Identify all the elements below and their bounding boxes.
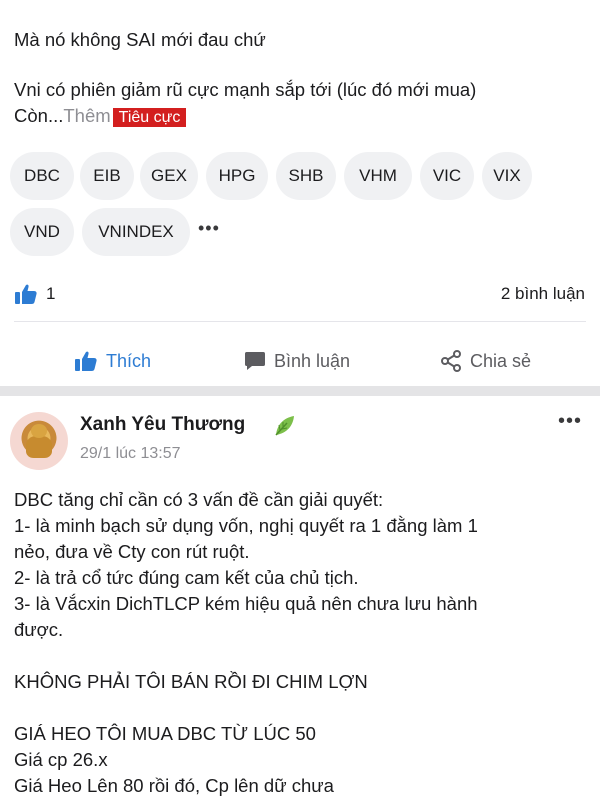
comment-count[interactable]: 2 bình luận — [501, 284, 585, 304]
post-text-line: 3- là Vắcxin DichTLCP kém hiệu quả nên c… — [14, 593, 478, 614]
post-text-line: 2- là trả cổ tức đúng cam kết của chủ tị… — [14, 567, 359, 588]
share-button-label: Chia sẻ — [470, 350, 532, 371]
post-text-line: Vni có phiên giảm rũ cực mạnh sắp tới (l… — [14, 79, 477, 100]
avatar-figure-head — [31, 424, 47, 438]
comment-icon — [245, 352, 265, 370]
sentiment-badge: Tiêu cực — [112, 108, 187, 127]
post-text-line: 1- là minh bạch sử dụng vốn, nghị quyết … — [14, 515, 478, 536]
post-text-line: KHÔNG PHẢI TÔI BÁN RỒI ĐI CHIM LỢN — [14, 671, 368, 692]
stock-tag-vic[interactable]: VIC — [420, 152, 474, 200]
post-stats: 1 2 bình luận — [0, 280, 600, 310]
divider — [14, 321, 586, 322]
post-text-prefix: Còn... — [14, 105, 64, 126]
stock-tag-gex[interactable]: GEX — [140, 152, 198, 200]
like-button-label: Thích — [106, 350, 152, 371]
stock-tag-vhm[interactable]: VHM — [344, 152, 412, 200]
post-text-line: GIÁ HEO TÔI MUA DBC TỪ LÚC 50 — [14, 723, 316, 744]
more-options-button[interactable]: ••• — [558, 410, 582, 433]
post-text-line: nẻo, đưa về Cty con rút ruột. — [14, 541, 250, 562]
like-count: 1 — [46, 284, 56, 303]
author-name[interactable]: Xanh Yêu Thương — [80, 414, 245, 436]
like-count-icon — [14, 283, 38, 310]
stock-tag-vnd[interactable]: VND — [10, 208, 74, 256]
share-icon — [441, 350, 461, 372]
post-timestamp: 29/1 lúc 13:57 — [80, 445, 181, 462]
stock-tag-dbc[interactable]: DBC — [10, 152, 74, 200]
thumbs-up-icon — [75, 351, 97, 371]
see-more-link[interactable]: Thêm — [63, 105, 110, 126]
post-text-line: Giá cp 26.x — [14, 749, 108, 770]
post-card-2: Xanh Yêu Thương 29/1 lúc 13:57 ••• DBC t… — [0, 396, 600, 800]
post-text-line: Còn...Thêm Tiêu cực — [14, 104, 187, 130]
post-text-line: Giá Heo Lên 80 rồi đó, Cp lên dữ chưa — [14, 775, 334, 796]
comment-button-label: Bình luận — [274, 350, 351, 371]
post-card-1: Mà nó không SAI mới đau chứ Vni có phiên… — [0, 0, 600, 386]
more-tags-button[interactable]: ••• — [198, 218, 220, 239]
comment-button[interactable]: Bình luận — [244, 336, 350, 386]
stock-tag-vnindex[interactable]: VNINDEX — [82, 208, 190, 256]
post-text-line: Mà nó không SAI mới đau chứ — [14, 29, 266, 50]
stock-tag-eib[interactable]: EIB — [80, 152, 134, 200]
stock-tag-vix[interactable]: VIX — [482, 152, 532, 200]
post-separator — [0, 386, 600, 396]
post-text-line: DBC tăng chỉ cần có 3 vấn đề cần giải qu… — [14, 489, 384, 510]
avatar-figure-body — [26, 436, 52, 458]
share-button[interactable]: Chia sẻ — [440, 336, 531, 386]
post-action-bar: Thích Bình luận Chia sẻ — [0, 336, 600, 386]
stock-tag-shb[interactable]: SHB — [276, 152, 336, 200]
stock-tag-hpg[interactable]: HPG — [206, 152, 268, 200]
post-text-line: được. — [14, 619, 64, 640]
leaf-icon — [271, 413, 297, 444]
like-button[interactable]: Thích — [74, 336, 151, 386]
avatar[interactable] — [10, 412, 68, 470]
